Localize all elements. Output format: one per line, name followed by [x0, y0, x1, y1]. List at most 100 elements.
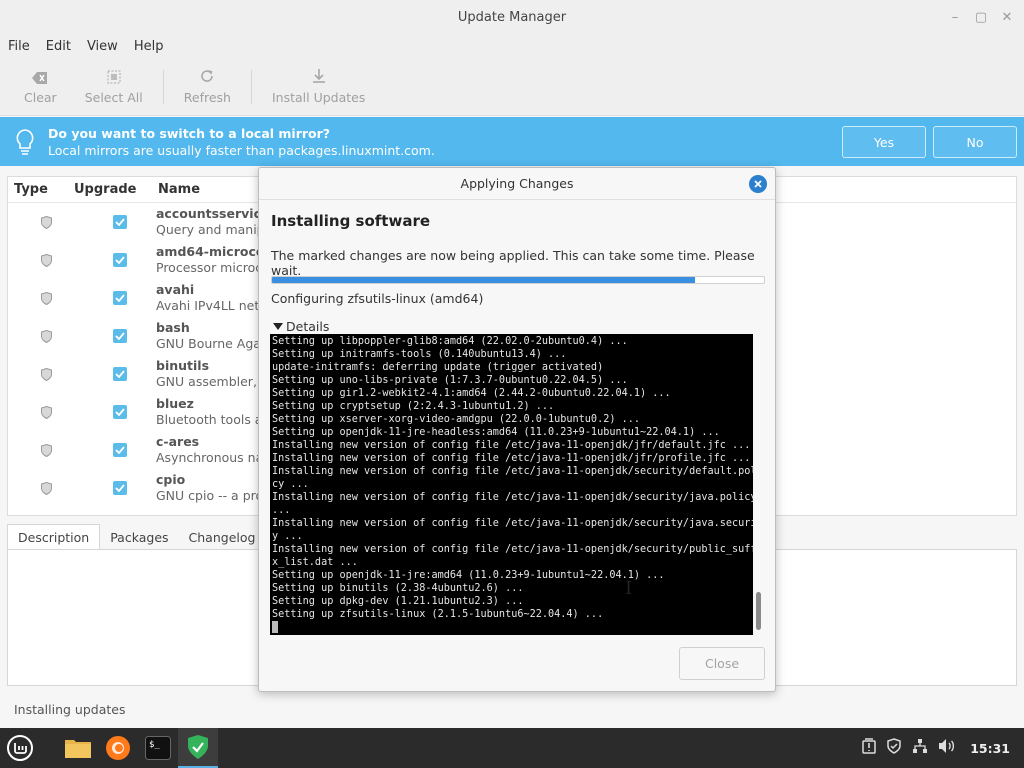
yes-button[interactable]: Yes: [842, 126, 926, 158]
checkmark-icon: [113, 481, 127, 495]
package-info: amd64-microcod Processor microc: [156, 244, 273, 276]
upgrade-checkbox[interactable]: [84, 481, 156, 495]
upgrade-checkbox[interactable]: [84, 253, 156, 267]
infobar-text: Do you want to switch to a local mirror?…: [48, 125, 435, 159]
upgrade-checkbox[interactable]: [84, 329, 156, 343]
package-name: accountsservice: [156, 206, 270, 221]
window-titlebar[interactable]: Update Manager – ▢ ✕: [0, 0, 1024, 34]
system-tray: 15:31: [862, 728, 1024, 768]
checkmark-icon: [113, 405, 127, 419]
lightbulb-icon: [8, 128, 42, 155]
column-type[interactable]: Type: [8, 182, 66, 197]
mouse-text-cursor-icon: I: [625, 578, 633, 599]
applying-changes-dialog: Applying Changes Installing software The…: [258, 167, 776, 692]
volume-icon[interactable]: [938, 738, 956, 758]
checkmark-icon: [113, 291, 127, 305]
package-info: avahi Avahi IPv4LL net: [156, 282, 259, 314]
dialog-heading: Installing software: [271, 212, 431, 230]
package-description: Bluetooth tools a: [156, 412, 263, 427]
maximize-button[interactable]: ▢: [970, 8, 992, 26]
package-info: binutils GNU assembler, li: [156, 358, 268, 390]
upgrade-checkbox[interactable]: [84, 443, 156, 457]
terminal-cursor: [272, 621, 278, 633]
mirror-infobar: Do you want to switch to a local mirror?…: [0, 117, 1024, 166]
network-icon[interactable]: [912, 738, 928, 758]
menu-view[interactable]: View: [87, 39, 126, 54]
package-name: amd64-microcod: [156, 244, 274, 259]
refresh-button[interactable]: Refresh: [170, 63, 245, 111]
package-description: GNU Bourne Aga: [156, 336, 261, 351]
select-all-button[interactable]: Select All: [71, 63, 157, 111]
column-name[interactable]: Name: [158, 182, 200, 197]
menu-file[interactable]: File: [8, 39, 38, 54]
dialog-title: Applying Changes: [460, 176, 574, 191]
update-manager-shield-icon[interactable]: [178, 728, 218, 768]
status-text: Installing updates: [14, 702, 126, 717]
window-controls: – ▢ ✕: [944, 8, 1018, 26]
package-description: GNU assembler, li: [156, 374, 268, 389]
menu-help[interactable]: Help: [134, 39, 172, 54]
progress-bar: [271, 276, 765, 284]
infobar-subtitle: Local mirrors are usually faster than pa…: [48, 142, 435, 158]
triangle-down-icon: [273, 322, 283, 330]
package-info: bash GNU Bourne Aga: [156, 320, 261, 352]
files-folder-icon[interactable]: [58, 728, 98, 768]
package-description: Processor microc: [156, 260, 263, 275]
details-expander[interactable]: Details: [273, 319, 329, 334]
mint-menu-icon[interactable]: [0, 728, 40, 768]
package-name: binutils: [156, 358, 210, 373]
dialog-status: Configuring zfsutils-linux (amd64): [271, 291, 484, 306]
refresh-icon: [199, 68, 215, 90]
terminal-log: Setting up libpoppler-glib8:amd64 (22.02…: [272, 336, 753, 620]
toolbar-separator: [250, 69, 252, 104]
toolbar-separator: [162, 69, 164, 104]
dialog-message: The marked changes are now being applied…: [271, 248, 755, 278]
package-info: accountsservice Query and manip: [156, 206, 269, 238]
terminal-output[interactable]: Setting up libpoppler-glib8:amd64 (22.02…: [270, 334, 753, 635]
terminal-icon[interactable]: $_: [138, 728, 178, 768]
package-type-shield-icon: [8, 443, 84, 457]
package-type-shield-icon: [8, 329, 84, 343]
menu-edit[interactable]: Edit: [46, 39, 79, 54]
details-label: Details: [286, 319, 330, 334]
clear-label: Clear: [24, 90, 57, 105]
no-button[interactable]: No: [933, 126, 1017, 158]
dialog-titlebar[interactable]: Applying Changes: [259, 168, 775, 200]
package-type-shield-icon: [8, 481, 84, 495]
tab-changelog[interactable]: Changelog: [179, 524, 266, 550]
package-type-shield-icon: [8, 215, 84, 229]
checkmark-icon: [113, 215, 127, 229]
package-name: c-ares: [156, 434, 200, 449]
menubar: File Edit View Help: [0, 34, 1024, 58]
terminal-scrollbar[interactable]: [756, 592, 761, 630]
package-name: bluez: [156, 396, 194, 411]
dialog-close-icon[interactable]: [749, 175, 767, 193]
tab-description[interactable]: Description: [7, 524, 101, 550]
close-window-button[interactable]: ✕: [996, 8, 1018, 26]
clock[interactable]: 15:31: [970, 741, 1010, 756]
firefox-icon[interactable]: [98, 728, 138, 768]
upgrade-checkbox[interactable]: [84, 405, 156, 419]
checkmark-icon: [113, 253, 127, 267]
progress-fill: [272, 277, 696, 283]
upgrade-checkbox[interactable]: [84, 291, 156, 305]
install-updates-label: Install Updates: [271, 90, 366, 105]
package-description: Avahi IPv4LL net: [156, 298, 260, 313]
close-button[interactable]: Close: [679, 647, 765, 680]
tab-packages[interactable]: Packages: [100, 524, 178, 550]
clear-button[interactable]: Clear: [10, 63, 71, 111]
notification-icon[interactable]: [862, 738, 876, 758]
shield-tray-icon[interactable]: [886, 738, 902, 758]
minimize-button[interactable]: –: [944, 8, 966, 26]
upgrade-checkbox[interactable]: [84, 215, 156, 229]
package-description: Asynchronous na: [156, 450, 264, 465]
backspace-icon: [32, 68, 48, 90]
package-info: c-ares Asynchronous na: [156, 434, 263, 466]
checkmark-icon: [113, 329, 127, 343]
upgrade-checkbox[interactable]: [84, 367, 156, 381]
column-upgrade[interactable]: Upgrade: [66, 182, 158, 197]
package-type-shield-icon: [8, 253, 84, 267]
package-description: Query and manip: [156, 222, 265, 237]
package-name: cpio: [156, 472, 186, 487]
install-updates-button[interactable]: Install Updates: [258, 63, 379, 111]
